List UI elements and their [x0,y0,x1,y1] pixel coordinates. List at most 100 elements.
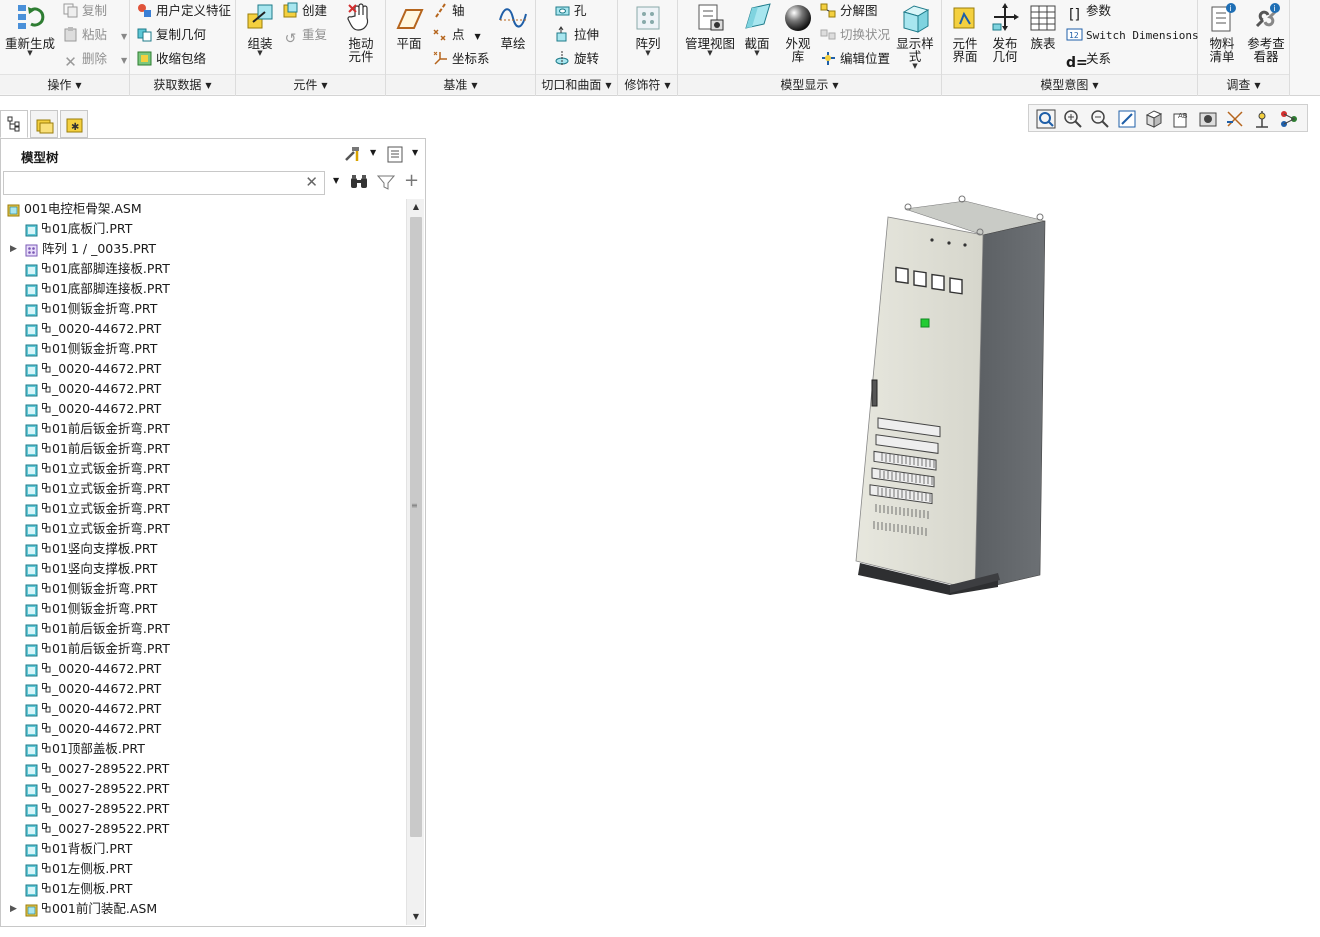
switch-dimensions-button[interactable]: 12 Switch Dimensions [1066,24,1199,46]
toggle-status-button[interactable]: 切换状况 [820,24,890,46]
tree-scrollbar[interactable]: ▲ ≡ ▼ [406,199,424,925]
tree-item[interactable]: ▶ 001前门装配.ASM [1,899,401,919]
tree-item[interactable]: _0027-289522.PRT [1,799,401,819]
assemble-button[interactable]: 组装 ▼ [240,2,280,72]
tree-item[interactable]: _0027-289522.PRT [1,819,401,839]
axis-button[interactable]: 轴 [432,0,465,22]
refit-icon[interactable] [1035,108,1057,130]
scroll-down-icon[interactable]: ▼ [407,909,425,925]
tree-search-input[interactable] [4,172,299,194]
tree-item[interactable]: _0020-44672.PRT [1,319,401,339]
display-style-icon[interactable] [1143,108,1165,130]
edit-position-button[interactable]: 编辑位置 [820,48,890,70]
csys-button[interactable]: 坐标系 [432,48,490,70]
revolve-button[interactable]: 旋转 [554,48,599,70]
zoom-in-icon[interactable] [1062,108,1084,130]
copy-geometry-button[interactable]: 复制几何 [136,24,206,46]
tree-item[interactable]: _0020-44672.PRT [1,679,401,699]
tree-item[interactable]: 01立式钣金折弯.PRT [1,479,401,499]
tree-item[interactable]: 01前后钣金折弯.PRT [1,619,401,639]
expand-arrow-icon[interactable]: ▶ [10,239,17,259]
expand-arrow-icon[interactable]: ▶ [10,899,17,919]
component-interface-button[interactable]: 元件 界面 [946,2,984,72]
tree-item[interactable]: 01左侧板.PRT [1,879,401,899]
tree-item[interactable]: 01前后钣金折弯.PRT [1,639,401,659]
scrollbar-thumb[interactable] [410,217,422,837]
filter-icon[interactable] [377,174,395,190]
hole-button[interactable]: 孔 [554,0,587,22]
datum-display-icon[interactable] [1224,108,1246,130]
chevron-down-icon[interactable]: ▼ [370,148,376,157]
group-label-operations[interactable]: 操作 ▼ [0,74,129,94]
chevron-down-icon[interactable]: ▼ [412,148,418,157]
group-label-component[interactable]: 元件 ▼ [236,74,385,94]
tab-favorites[interactable]: ✱ [60,110,88,138]
add-column-icon[interactable]: + [404,170,419,191]
section-button[interactable]: 截面 ▼ [740,2,774,72]
shrinkwrap-button[interactable]: 收缩包络 [136,48,206,70]
copy-button[interactable]: 复制 [62,0,107,22]
tree-item[interactable]: _0020-44672.PRT [1,719,401,739]
binoculars-icon[interactable] [349,173,369,191]
tree-item[interactable]: _0027-289522.PRT [1,779,401,799]
group-label-datum[interactable]: 基准 ▼ [386,74,535,94]
tree-settings-button[interactable] [343,144,363,167]
scroll-up-icon[interactable]: ▲ [407,199,425,215]
relations-button[interactable]: d=关系 [1066,48,1111,71]
view-manager-icon[interactable] [1197,108,1219,130]
tree-item[interactable]: ▶ 阵列 1 / _0035.PRT [1,239,401,259]
tree-item[interactable]: 01立式钣金折弯.PRT [1,459,401,479]
extrude-button[interactable]: 拉伸 [554,24,599,46]
clear-search-icon[interactable]: ✕ [305,173,318,191]
appearance-library-button[interactable]: 外观 库 [778,2,818,72]
group-label-model-intent[interactable]: 模型意图 ▼ [942,74,1197,94]
pattern-button[interactable]: 阵列 ▼ [628,2,668,72]
group-label-model-display[interactable]: 模型显示 ▼ [678,74,941,94]
tree-item[interactable]: 01前后钣金折弯.PRT [1,439,401,459]
tree-show-button[interactable] [385,144,405,167]
tree-item[interactable]: _0027-289522.PRT [1,759,401,779]
annotation-display-icon[interactable] [1278,108,1300,130]
cabinet-3d-model[interactable] [850,195,1050,600]
saved-orientations-icon[interactable]: AB [1170,108,1192,130]
group-label-getdata[interactable]: 获取数据 ▼ [130,74,235,94]
paste-button[interactable]: 粘贴 ▼ [62,24,127,46]
tree-item[interactable]: 01侧钣金折弯.PRT [1,339,401,359]
group-label-modifiers[interactable]: 修饰符 ▼ [618,74,677,94]
delete-button[interactable]: ✕ 删除 ▼ [62,48,127,71]
chevron-down-icon[interactable]: ▼ [333,176,339,185]
tree-item[interactable]: 01底部脚连接板.PRT [1,259,401,279]
manage-views-button[interactable]: 管理视图 ▼ [682,2,738,72]
repeat-button[interactable]: ↺ 重复 [282,24,327,47]
point-button[interactable]: 点 ▼ [432,24,481,46]
reference-viewer-button[interactable]: i 参考查 看器 [1244,2,1288,72]
tree-item[interactable]: 01前后钣金折弯.PRT [1,419,401,439]
tree-item[interactable]: 01底板门.PRT [1,219,401,239]
family-table-button[interactable]: 族表 [1026,2,1060,72]
tree-item[interactable]: 01立式钣金折弯.PRT [1,499,401,519]
drag-component-button[interactable]: 拖动 元件 [340,2,382,72]
tree-item[interactable]: 01侧钣金折弯.PRT [1,599,401,619]
tree-item[interactable]: _0020-44672.PRT [1,399,401,419]
plane-button[interactable]: 平面 [390,2,428,72]
group-label-cuts[interactable]: 切口和曲面 ▼ [536,74,617,94]
tree-item[interactable]: 01底部脚连接板.PRT [1,279,401,299]
tree-item[interactable]: 01顶部盖板.PRT [1,739,401,759]
tree-item[interactable]: 01竖向支撑板.PRT [1,539,401,559]
display-style-button[interactable]: 显示样 式 ▼ [892,2,938,72]
tree-item[interactable]: _0020-44672.PRT [1,659,401,679]
tab-model-tree[interactable] [0,110,28,138]
publish-geometry-button[interactable]: 发布 几何 [986,2,1024,72]
repaint-icon[interactable] [1116,108,1138,130]
tree-item[interactable]: 01立式钣金折弯.PRT [1,519,401,539]
tree-item[interactable]: _0020-44672.PRT [1,359,401,379]
tree-item[interactable]: _0020-44672.PRT [1,379,401,399]
sketch-button[interactable]: 草绘 [494,2,532,72]
tree-item[interactable]: 01侧钣金折弯.PRT [1,579,401,599]
group-label-investigate[interactable]: 调查 ▼ [1198,74,1289,94]
spin-center-icon[interactable] [1251,108,1273,130]
create-button[interactable]: 创建 [282,0,327,22]
tab-folder-browser[interactable] [30,110,58,138]
exploded-view-button[interactable]: 分解图 [820,0,878,22]
tree-item[interactable]: 01竖向支撑板.PRT [1,559,401,579]
